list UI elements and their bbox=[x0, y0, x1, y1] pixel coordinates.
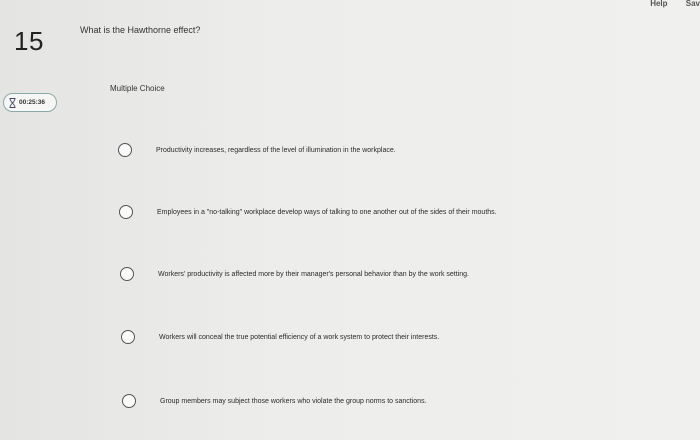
top-links: Help Sav bbox=[634, 0, 700, 8]
question-number: 15 bbox=[14, 26, 44, 56]
answer-option-label: Employees in a "no-talking" workplace de… bbox=[157, 208, 497, 216]
answer-option-3[interactable]: Workers' productivity is affected more b… bbox=[120, 267, 469, 281]
answer-option-1[interactable]: Productivity increases, regardless of th… bbox=[118, 143, 396, 157]
question-text: What is the Hawthorne effect? bbox=[80, 25, 201, 35]
answer-option-label: Group members may subject those workers … bbox=[160, 397, 427, 405]
answer-option-5[interactable]: Group members may subject those workers … bbox=[122, 394, 427, 408]
hourglass-icon bbox=[9, 97, 16, 108]
quiz-page: Help Sav 15 What is the Hawthorne effect… bbox=[0, 0, 700, 440]
radio-button[interactable] bbox=[120, 267, 134, 281]
radio-button[interactable] bbox=[122, 394, 136, 408]
question-type: Multiple Choice bbox=[110, 84, 165, 93]
timer-value: 00:25:36 bbox=[19, 99, 46, 106]
answer-option-label: Workers will conceal the true potential … bbox=[159, 333, 440, 341]
answer-option-label: Productivity increases, regardless of th… bbox=[156, 146, 396, 154]
radio-button[interactable] bbox=[118, 143, 132, 157]
help-link[interactable]: Help bbox=[650, 0, 667, 8]
answer-option-label: Workers' productivity is affected more b… bbox=[158, 270, 469, 278]
radio-button[interactable] bbox=[121, 330, 135, 344]
radio-button[interactable] bbox=[119, 205, 133, 219]
answer-option-4[interactable]: Workers will conceal the true potential … bbox=[121, 330, 439, 344]
answer-option-2[interactable]: Employees in a "no-talking" workplace de… bbox=[119, 205, 497, 219]
save-link[interactable]: Sav bbox=[686, 0, 700, 8]
timer-badge[interactable]: 00:25:36 bbox=[3, 93, 57, 112]
